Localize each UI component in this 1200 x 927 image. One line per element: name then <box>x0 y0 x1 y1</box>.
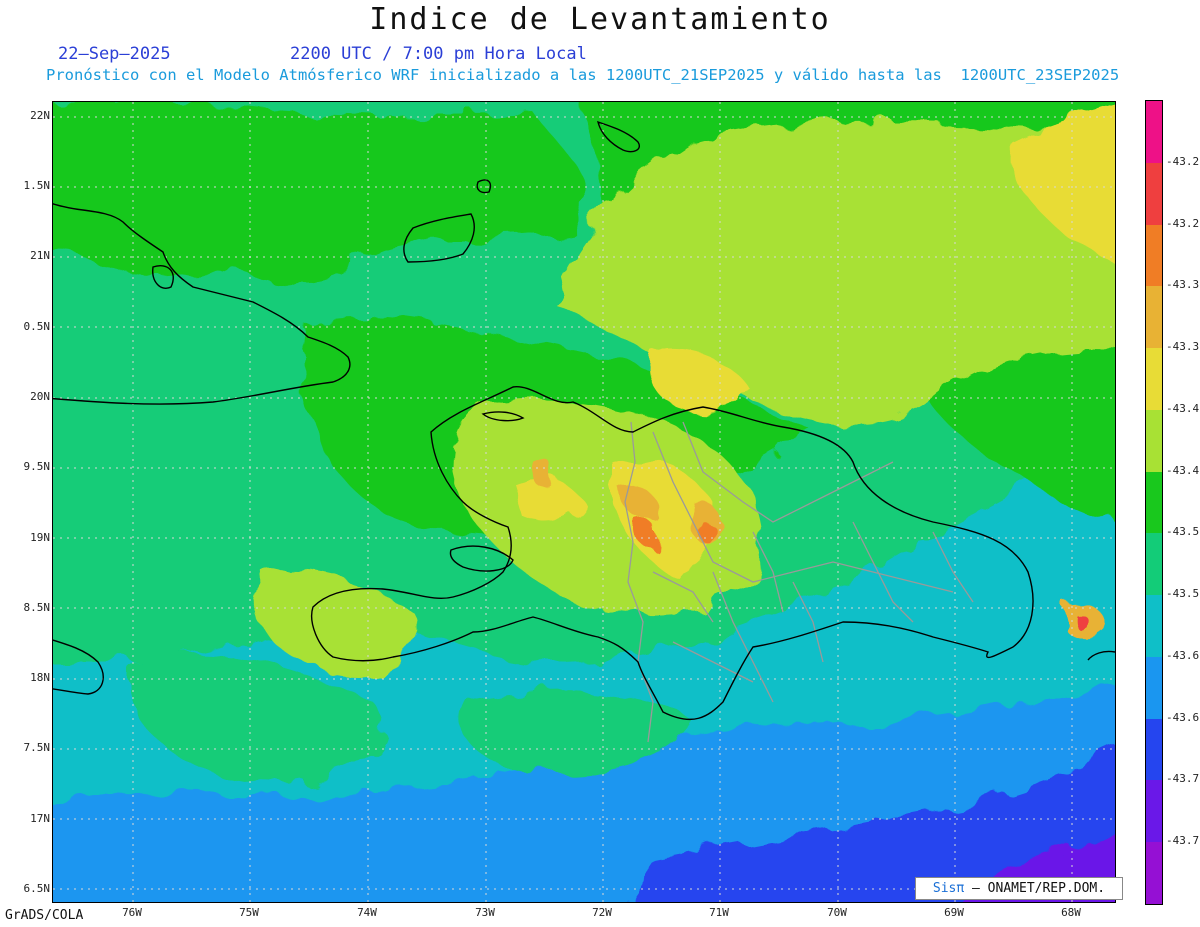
credit-box: Sisπ – ONAMET/REP.DOM. <box>915 877 1123 900</box>
colorbar-segment <box>1146 471 1162 534</box>
colorbar-segment <box>1146 533 1162 596</box>
lat-label: 20N <box>30 390 50 403</box>
forecast-date: 22–Sep–2025 <box>58 44 171 64</box>
colorbar-segment <box>1146 780 1162 843</box>
map-title: Indice de Levantamiento <box>369 2 831 37</box>
colorbar-label: -43.7 <box>1166 834 1200 848</box>
colorbar-label: -43.5 <box>1166 525 1200 539</box>
model-info: Pronóstico con el Modelo Atmósferico WRF… <box>46 66 1120 84</box>
lat-label: 7.5N <box>23 741 51 754</box>
lon-label: 76W <box>122 906 142 919</box>
lon-label: 72W <box>592 906 612 919</box>
map-panel <box>52 101 1116 903</box>
credit-text: – ONAMET/REP.DOM. <box>972 881 1106 896</box>
lon-label: 69W <box>944 906 964 919</box>
colorbar-segment <box>1146 162 1162 226</box>
colorbar-label: -43.2 <box>1166 154 1200 168</box>
lon-label: 75W <box>239 906 259 919</box>
colorbar-label: -43.5 <box>1166 587 1200 601</box>
colorbar-label: -43.3 <box>1166 340 1200 354</box>
colorbar-segment <box>1146 409 1162 473</box>
grads-credit: GrADS/COLA <box>5 908 84 923</box>
lat-label: 6.5N <box>23 882 51 895</box>
lat-label: 9.5N <box>23 460 51 473</box>
colorbar-segment <box>1146 224 1162 287</box>
lat-label: 18N <box>30 671 50 684</box>
colorbar-label: -43.7 <box>1166 772 1200 786</box>
colorbar-label: -43.6 <box>1166 710 1200 724</box>
colorbar-label: -43.3 <box>1166 278 1200 292</box>
lat-label: 21N <box>30 249 50 262</box>
colorbar-segment <box>1146 595 1162 658</box>
lat-label: 8.5N <box>23 601 51 614</box>
colorbar-label: -43.4 <box>1166 401 1200 415</box>
lat-label: 22N <box>30 109 50 122</box>
lon-label: 70W <box>827 906 847 919</box>
colorbar-segment <box>1146 656 1162 720</box>
colorbar-label: -43.6 <box>1166 648 1200 662</box>
sis-logo-text: Sisπ <box>932 881 965 896</box>
colorbar-label: -43.4 <box>1166 463 1200 477</box>
colorbar-segment <box>1146 348 1162 411</box>
colorbar-segment <box>1146 718 1162 781</box>
lat-label: 17N <box>30 812 50 825</box>
colorbar <box>1145 100 1163 905</box>
colorbar-segment <box>1146 842 1162 905</box>
lon-label: 68W <box>1061 906 1081 919</box>
lon-label: 74W <box>357 906 377 919</box>
colorbar-label: -43.2 <box>1166 216 1200 230</box>
lon-label: 71W <box>709 906 729 919</box>
lat-label: 1.5N <box>23 179 51 192</box>
forecast-time: 2200 UTC / 7:00 pm Hora Local <box>290 44 587 64</box>
lon-label: 73W <box>475 906 495 919</box>
colorbar-segment <box>1146 286 1162 349</box>
lat-label: 0.5N <box>23 320 51 333</box>
lat-label: 19N <box>30 531 50 544</box>
colorbar-segment <box>1146 101 1162 164</box>
lifted-index-field <box>53 102 1115 902</box>
